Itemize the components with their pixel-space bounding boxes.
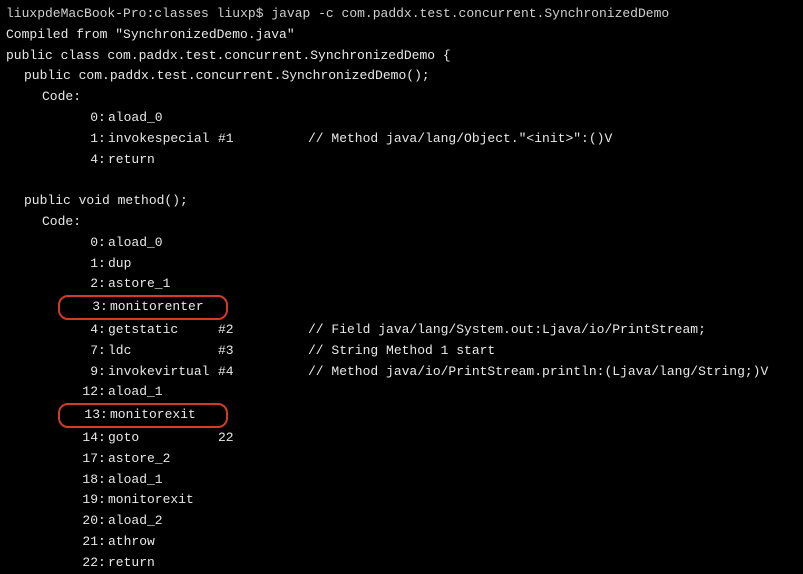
instruction-arg	[218, 511, 308, 532]
instruction-offset: 22	[60, 553, 98, 574]
instruction-opcode: return	[108, 150, 218, 171]
bytecode-instruction: 4: getstatic#2// Field java/lang/System.…	[6, 320, 797, 341]
instruction-offset: 20	[60, 511, 98, 532]
instruction-offset: 14	[60, 428, 98, 449]
instruction-arg	[218, 150, 308, 171]
bytecode-instruction: 2: astore_1	[6, 274, 797, 295]
instruction-opcode: astore_2	[108, 449, 218, 470]
instruction-arg: #3	[218, 341, 308, 362]
prompt-host: liuxpdeMacBook-Pro	[6, 6, 146, 21]
instruction-offset: 21	[60, 532, 98, 553]
instruction-opcode: goto	[108, 428, 218, 449]
bytecode-instruction: 1: dup	[6, 254, 797, 275]
instruction-comment: // Method java/io/PrintStream.println:(L…	[308, 362, 768, 383]
highlight-box: 13: monitorexit	[58, 403, 228, 428]
instruction-offset: 4	[60, 320, 98, 341]
instruction-arg	[218, 274, 308, 295]
prompt-dollar: $	[256, 6, 264, 21]
terminal-prompt-line: liuxpdeMacBook-Pro:classes liuxp$ javap …	[6, 4, 797, 25]
bytecode-instruction: 22: return	[6, 553, 797, 574]
instruction-opcode: return	[108, 553, 218, 574]
instruction-opcode: athrow	[108, 532, 218, 553]
constructor-signature: public com.paddx.test.concurrent.Synchro…	[6, 66, 797, 87]
instruction-opcode: aload_1	[108, 382, 218, 403]
bytecode-instruction: 13: monitorexit	[6, 403, 797, 428]
instruction-offset: 7	[60, 341, 98, 362]
instruction-opcode: invokespecial	[108, 129, 218, 150]
instruction-comment: // Method java/lang/Object."<init>":()V	[308, 129, 612, 150]
instruction-opcode: invokevirtual	[108, 362, 218, 383]
instruction-opcode: aload_0	[108, 108, 218, 129]
instruction-opcode: aload_1	[108, 470, 218, 491]
instruction-offset: 0	[60, 233, 98, 254]
instruction-opcode: astore_1	[108, 274, 218, 295]
instruction-offset: 2	[60, 274, 98, 295]
bytecode-instruction: 21: athrow	[6, 532, 797, 553]
instruction-arg: #2	[218, 320, 308, 341]
instruction-offset: 4	[60, 150, 98, 171]
code-label: Code:	[6, 87, 797, 108]
instruction-arg	[218, 490, 308, 511]
instruction-arg	[218, 449, 308, 470]
instruction-opcode: monitorexit	[110, 405, 220, 426]
instruction-offset: 9	[60, 362, 98, 383]
instruction-offset: 12	[60, 382, 98, 403]
bytecode-instruction: 7: ldc#3// String Method 1 start	[6, 341, 797, 362]
instruction-offset: 18	[60, 470, 98, 491]
bytecode-instruction: 17: astore_2	[6, 449, 797, 470]
instruction-opcode: aload_0	[108, 233, 218, 254]
instruction-arg: 22	[218, 428, 308, 449]
instruction-offset: 19	[60, 490, 98, 511]
bytecode-instruction: 3: monitorenter	[6, 295, 797, 320]
instruction-arg	[218, 108, 308, 129]
compiled-from-line: Compiled from "SynchronizedDemo.java"	[6, 25, 797, 46]
instruction-arg	[228, 295, 318, 320]
instruction-offset: 0	[60, 108, 98, 129]
bytecode-instruction: 19: monitorexit	[6, 490, 797, 511]
instruction-opcode: aload_2	[108, 511, 218, 532]
instruction-arg	[218, 470, 308, 491]
instruction-arg	[218, 233, 308, 254]
class-declaration: public class com.paddx.test.concurrent.S…	[6, 46, 797, 67]
instruction-opcode: monitorexit	[108, 490, 218, 511]
instruction-offset: 3	[62, 297, 100, 318]
instruction-opcode: dup	[108, 254, 218, 275]
instruction-comment: // String Method 1 start	[308, 341, 495, 362]
instruction-arg	[228, 403, 318, 428]
instruction-offset: 13	[62, 405, 100, 426]
method-signature: public void method();	[6, 191, 797, 212]
highlight-box: 3: monitorenter	[58, 295, 228, 320]
bytecode-instruction: 14: goto22	[6, 428, 797, 449]
instruction-offset: 1	[60, 254, 98, 275]
bytecode-instruction: 0: aload_0	[6, 108, 797, 129]
bytecode-instruction: 1: invokespecial#1// Method java/lang/Ob…	[6, 129, 797, 150]
instruction-arg	[218, 532, 308, 553]
prompt-user: liuxp	[217, 6, 256, 21]
command-text: javap -c com.paddx.test.concurrent.Synch…	[271, 6, 669, 21]
bytecode-instruction: 0: aload_0	[6, 233, 797, 254]
instruction-opcode: ldc	[108, 341, 218, 362]
instruction-arg	[218, 254, 308, 275]
bytecode-instruction: 18: aload_1	[6, 470, 797, 491]
instruction-comment: // Field java/lang/System.out:Ljava/io/P…	[308, 320, 706, 341]
instruction-arg	[218, 382, 308, 403]
bytecode-instruction: 12: aload_1	[6, 382, 797, 403]
instruction-arg: #4	[218, 362, 308, 383]
bytecode-instruction: 4: return	[6, 150, 797, 171]
prompt-path: classes	[154, 6, 209, 21]
instruction-arg: #1	[218, 129, 308, 150]
bytecode-instruction: 9: invokevirtual#4// Method java/io/Prin…	[6, 362, 797, 383]
bytecode-instruction: 20: aload_2	[6, 511, 797, 532]
instruction-opcode: monitorenter	[110, 297, 220, 318]
instruction-offset: 1	[60, 129, 98, 150]
code-label: Code:	[6, 212, 797, 233]
instruction-offset: 17	[60, 449, 98, 470]
instruction-arg	[218, 553, 308, 574]
instruction-opcode: getstatic	[108, 320, 218, 341]
